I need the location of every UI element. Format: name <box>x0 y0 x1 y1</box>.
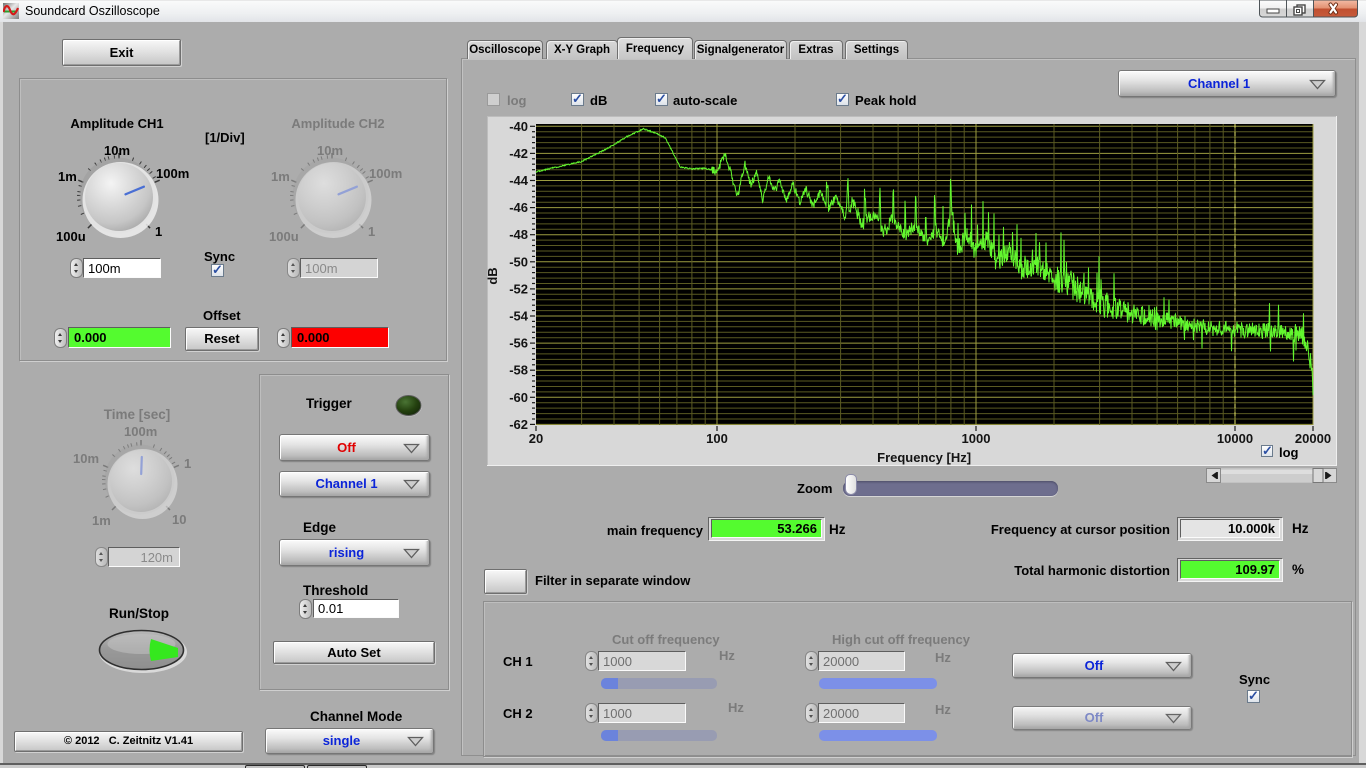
svg-text:10000: 10000 <box>1217 431 1253 446</box>
svg-text:-40: -40 <box>509 119 528 134</box>
svg-text:-48: -48 <box>509 227 528 242</box>
svg-text:-58: -58 <box>509 363 528 378</box>
svg-text:1000: 1000 <box>962 431 991 446</box>
svg-text:-52: -52 <box>509 281 528 296</box>
svg-text:-44: -44 <box>509 173 529 188</box>
svg-text:-62: -62 <box>509 417 528 432</box>
svg-text:20000: 20000 <box>1295 431 1331 446</box>
svg-text:-42: -42 <box>509 146 528 161</box>
svg-text:dB: dB <box>487 267 500 284</box>
svg-text:20: 20 <box>529 431 543 446</box>
svg-text:-46: -46 <box>509 200 528 215</box>
svg-text:-56: -56 <box>509 336 528 351</box>
svg-text:100: 100 <box>706 431 728 446</box>
svg-text:-60: -60 <box>509 390 528 405</box>
svg-text:Frequency [Hz]: Frequency [Hz] <box>877 450 971 465</box>
svg-text:-50: -50 <box>509 254 528 269</box>
svg-text:-54: -54 <box>509 309 529 324</box>
